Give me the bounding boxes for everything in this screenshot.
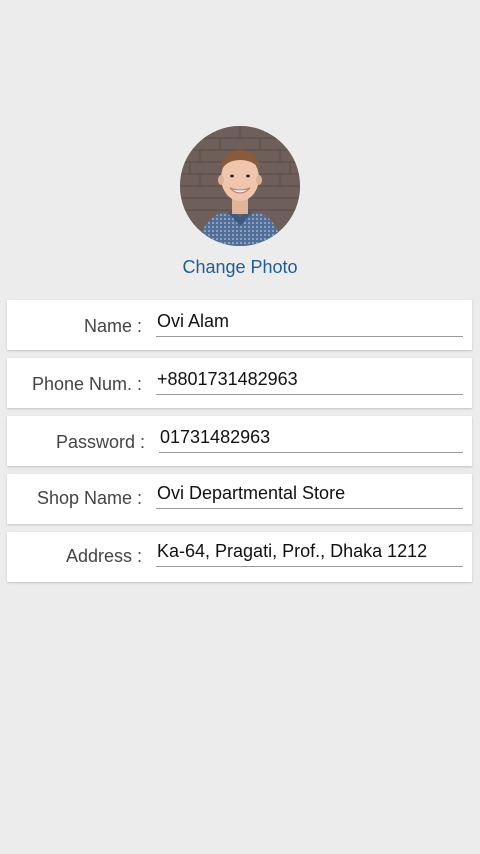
shop-name-row: Shop Name : Ovi Departmental Store bbox=[7, 474, 472, 524]
profile-avatar[interactable] bbox=[180, 126, 300, 246]
profile-photo bbox=[180, 126, 300, 246]
change-photo-link[interactable]: Change Photo bbox=[0, 256, 480, 278]
address-label: Address : bbox=[65, 546, 142, 566]
shop-name-label: Shop Name : bbox=[36, 488, 142, 508]
shop-name-field[interactable]: Ovi Departmental Store bbox=[156, 480, 463, 509]
password-value: 01731482963 bbox=[160, 427, 271, 447]
phone-field[interactable]: +8801731482963 bbox=[156, 366, 463, 395]
password-label: Password : bbox=[55, 432, 145, 452]
phone-value: +8801731482963 bbox=[157, 369, 298, 389]
name-row: Name : Ovi Alam bbox=[7, 300, 472, 350]
address-row: Address : Ka-64, Pragati, Prof., Dhaka 1… bbox=[7, 532, 472, 582]
name-label: Name : bbox=[83, 316, 142, 336]
name-value: Ovi Alam bbox=[157, 311, 230, 331]
name-field[interactable]: Ovi Alam bbox=[156, 308, 463, 337]
password-row: Password : 01731482963 bbox=[7, 416, 472, 466]
password-field[interactable]: 01731482963 bbox=[159, 424, 463, 453]
address-value: Ka-64, Pragati, Prof., Dhaka 1212 bbox=[157, 541, 428, 561]
address-field[interactable]: Ka-64, Pragati, Prof., Dhaka 1212 bbox=[156, 538, 463, 567]
phone-label: Phone Num. : bbox=[31, 374, 142, 394]
phone-row: Phone Num. : +8801731482963 bbox=[7, 358, 472, 408]
shop-name-value: Ovi Departmental Store bbox=[157, 483, 346, 503]
